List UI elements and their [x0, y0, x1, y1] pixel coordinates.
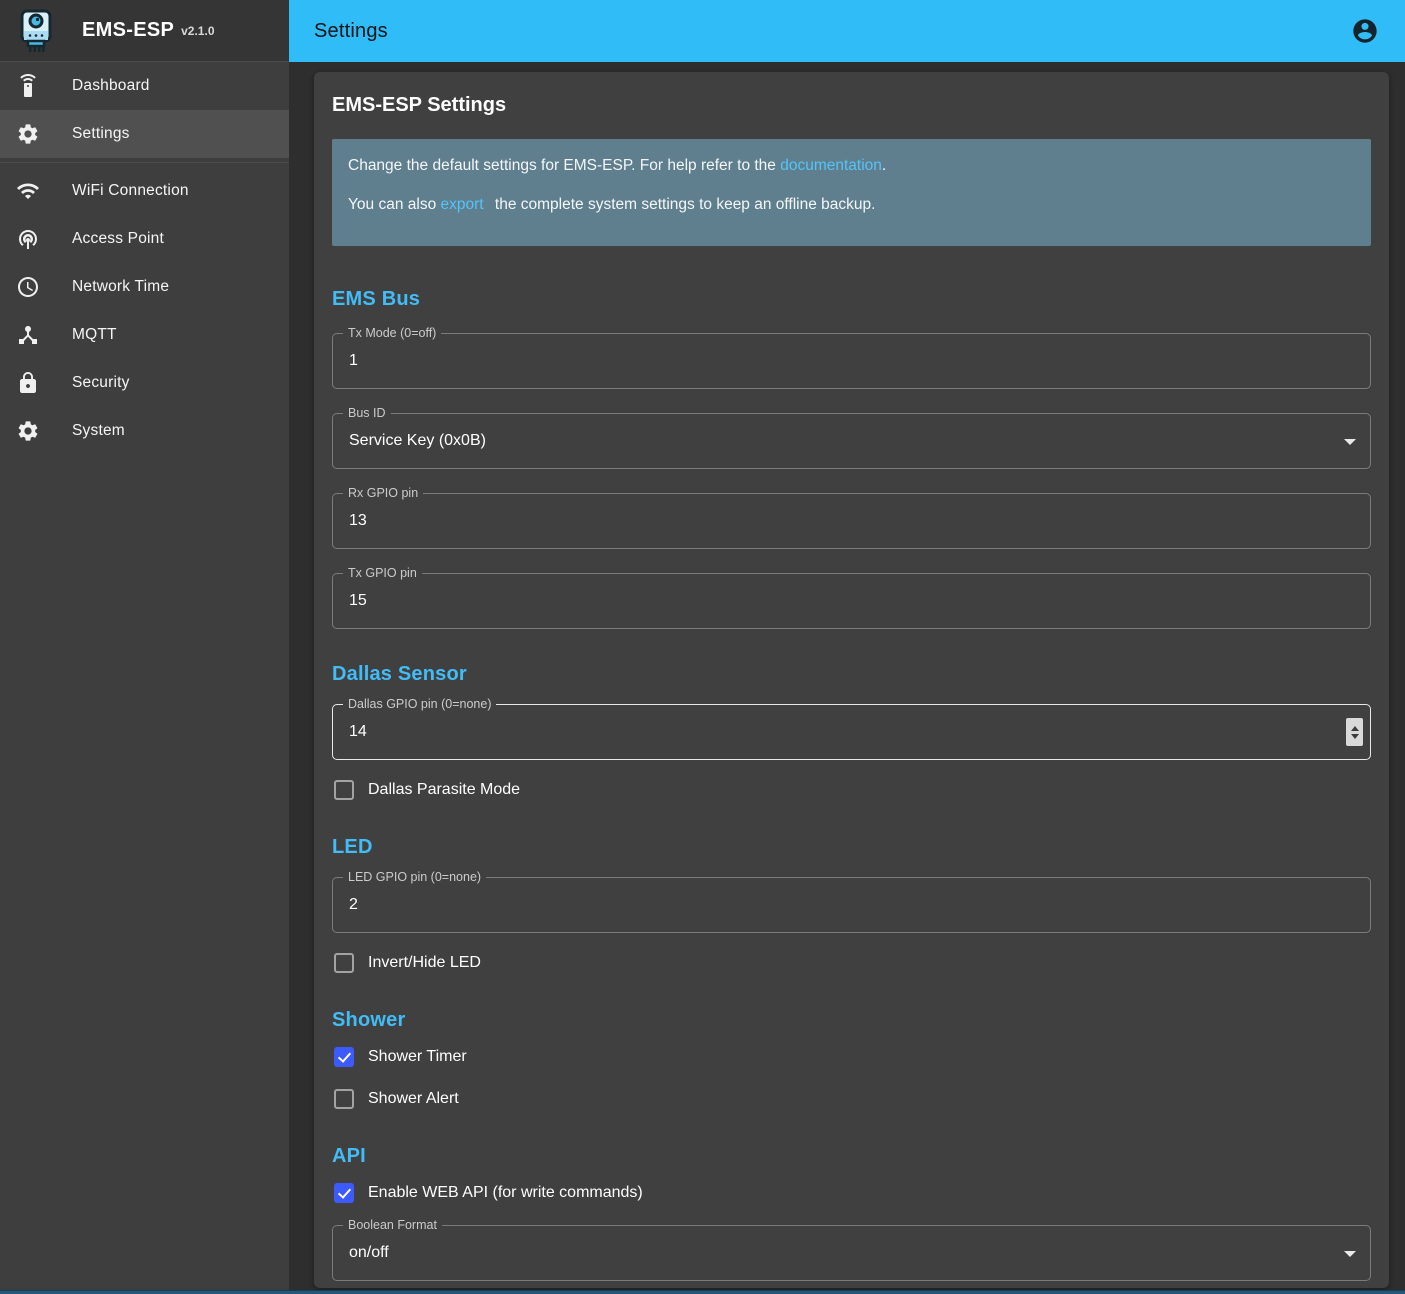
field-value: on/off	[349, 1244, 389, 1262]
bus-id-select[interactable]: Bus ID Service Key (0x0B)	[332, 413, 1371, 469]
checkbox-icon[interactable]	[334, 1183, 354, 1203]
sidebar-item-label: Settings	[72, 125, 130, 143]
documentation-link[interactable]: documentation	[780, 157, 882, 174]
field-label: Rx GPIO pin	[343, 485, 423, 502]
lock-icon	[16, 371, 40, 395]
clock-icon	[16, 275, 40, 299]
field-label: Boolean Format	[343, 1217, 442, 1234]
field-label: Bus ID	[343, 405, 391, 422]
sidebar-divider	[0, 162, 289, 163]
sidebar-item-label: MQTT	[72, 326, 117, 344]
sidebar-item-label: Access Point	[72, 230, 164, 248]
tx-mode-field[interactable]: Tx Mode (0=off) 1	[332, 333, 1371, 389]
settings-card: EMS-ESP Settings Change the default sett…	[314, 72, 1389, 1288]
app-bar: Settings	[289, 0, 1405, 62]
field-label: Tx GPIO pin	[343, 565, 422, 582]
sidebar-item-system[interactable]: System	[0, 407, 289, 455]
field-value: 2	[349, 896, 358, 914]
invert-hide-led-checkbox[interactable]: Invert/Hide LED	[332, 951, 1371, 975]
field-value: 15	[349, 592, 367, 610]
app-window: EMS-ESP v2.1.0 Dashboard Settings	[0, 0, 1405, 1294]
section-title-api: API	[332, 1145, 1371, 1168]
field-value: 1	[349, 352, 358, 370]
wifi-icon	[16, 179, 40, 203]
field-label: Dallas GPIO pin (0=none)	[343, 696, 496, 713]
sidebar-item-dashboard[interactable]: Dashboard	[0, 62, 289, 110]
sidebar-item-wifi-connection[interactable]: WiFi Connection	[0, 167, 289, 215]
checkbox-icon[interactable]	[334, 953, 354, 973]
field-label: Tx Mode (0=off)	[343, 325, 441, 342]
dallas-parasite-checkbox[interactable]: Dallas Parasite Mode	[332, 778, 1371, 802]
wifi-tethering-icon	[16, 227, 40, 251]
app-version: v2.1.0	[181, 24, 214, 38]
app-title: EMS-ESP	[82, 19, 174, 42]
gear-icon	[16, 419, 40, 443]
sidebar-item-settings[interactable]: Settings	[0, 110, 289, 158]
sidebar-item-access-point[interactable]: Access Point	[0, 215, 289, 263]
field-value: 14	[349, 723, 367, 741]
sidebar-item-label: WiFi Connection	[72, 182, 189, 200]
ems-esp-boiler-logo-icon	[16, 9, 56, 53]
field-value: Service Key (0x0B)	[349, 432, 486, 450]
account-circle-icon[interactable]	[1345, 11, 1385, 51]
number-spinner[interactable]	[1346, 718, 1363, 746]
sidebar-item-label: System	[72, 422, 125, 440]
chevron-down-icon	[1344, 1251, 1356, 1257]
sidebar-nav: Dashboard Settings WiFi Connection A	[0, 62, 289, 455]
card-title: EMS-ESP Settings	[332, 94, 1371, 117]
sidebar-item-label: Security	[72, 374, 130, 392]
section-title-shower: Shower	[332, 1009, 1371, 1032]
device-hub-icon	[16, 323, 40, 347]
shower-timer-checkbox[interactable]: Shower Timer	[332, 1045, 1371, 1069]
dallas-gpio-field[interactable]: Dallas GPIO pin (0=none) 14	[332, 704, 1371, 760]
sidebar-item-mqtt[interactable]: MQTT	[0, 311, 289, 359]
section-title-ems-bus: EMS Bus	[332, 288, 1371, 311]
info-line-1: Change the default settings for EMS-ESP.…	[348, 157, 1355, 175]
main-content: EMS-ESP Settings Change the default sett…	[289, 62, 1405, 1294]
sidebar-item-label: Dashboard	[72, 77, 150, 95]
section-title-led: LED	[332, 836, 1371, 859]
led-gpio-field[interactable]: LED GPIO pin (0=none) 2	[332, 877, 1371, 933]
boolean-format-select[interactable]: Boolean Format on/off	[332, 1225, 1371, 1281]
info-box: Change the default settings for EMS-ESP.…	[332, 139, 1371, 246]
remote-icon	[16, 74, 40, 98]
page-title: Settings	[314, 20, 388, 43]
checkbox-icon[interactable]	[334, 1089, 354, 1109]
chevron-down-icon	[1344, 439, 1356, 445]
enable-web-api-checkbox[interactable]: Enable WEB API (for write commands)	[332, 1181, 1371, 1205]
tx-gpio-field[interactable]: Tx GPIO pin 15	[332, 573, 1371, 629]
sidebar-item-security[interactable]: Security	[0, 359, 289, 407]
sidebar-item-network-time[interactable]: Network Time	[0, 263, 289, 311]
gear-icon	[16, 122, 40, 146]
section-title-dallas-sensor: Dallas Sensor	[332, 663, 1371, 686]
spinner-down-icon[interactable]	[1351, 734, 1359, 739]
rx-gpio-field[interactable]: Rx GPIO pin 13	[332, 493, 1371, 549]
brand-header: EMS-ESP v2.1.0	[0, 0, 289, 62]
shower-alert-checkbox[interactable]: Shower Alert	[332, 1087, 1371, 1111]
field-label: LED GPIO pin (0=none)	[343, 869, 486, 886]
sidebar-item-label: Network Time	[72, 278, 169, 296]
checkbox-icon[interactable]	[334, 780, 354, 800]
info-line-2: You can also export the complete system …	[348, 196, 1355, 214]
bottom-edge-strip	[0, 1290, 1405, 1294]
checkbox-icon[interactable]	[334, 1047, 354, 1067]
field-value: 13	[349, 512, 367, 530]
spinner-up-icon[interactable]	[1351, 726, 1359, 731]
export-link[interactable]: export	[441, 196, 484, 213]
sidebar: EMS-ESP v2.1.0 Dashboard Settings	[0, 0, 289, 1294]
